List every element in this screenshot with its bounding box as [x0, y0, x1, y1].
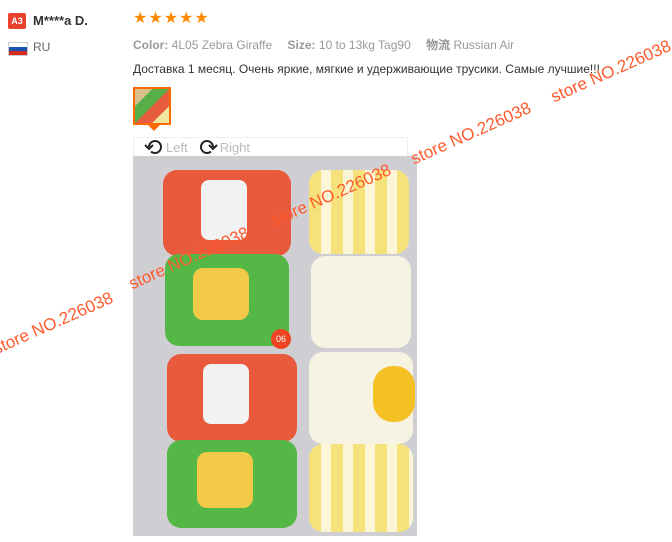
color-value: 4L05 Zebra Giraffe [171, 38, 273, 52]
star-icon: ★ [179, 10, 194, 27]
thumbnail-selected-indicator [148, 125, 160, 131]
shipping-value: Russian Air [453, 38, 515, 52]
star-icon: ★ [194, 10, 209, 27]
rotate-left-label: Left [166, 139, 188, 155]
store-watermark: store NO.226038 [407, 98, 534, 169]
reviewer-country: RU [33, 40, 51, 54]
striped-diaper-pack [309, 444, 413, 532]
giraffe-print [197, 452, 253, 508]
size-value: 10 to 13kg Tag90 [318, 38, 411, 52]
store-watermark: store NO.226038 [0, 288, 116, 359]
rotate-right-icon [199, 140, 218, 155]
color-label: Color: [133, 38, 169, 52]
order-attributes: Color: 4L05 Zebra Giraffe Size: 10 to 13… [133, 36, 526, 53]
star-icon: ★ [163, 10, 179, 27]
reviewer-name: M****a D. [33, 13, 88, 28]
star-icon: ★ [133, 10, 148, 27]
hello-diaper-pack [311, 256, 411, 348]
zebra-print [203, 364, 249, 424]
russia-flag-icon [8, 42, 28, 56]
reviewer-badge: A3 [8, 13, 26, 29]
rating-stars: ★ ★ ★ ★ ★ [133, 10, 209, 28]
rotate-left-button[interactable]: Left [144, 138, 188, 156]
rotate-right-label: Right [219, 139, 251, 155]
giraffe-print [193, 268, 249, 320]
review-text: Доставка 1 месяц. Очень яркие, мягкие и … [133, 62, 600, 76]
star-icon: ★ [148, 10, 163, 27]
rotate-right-button[interactable]: Right [198, 138, 250, 156]
size-tag-number: 06 [271, 329, 291, 349]
duck-print [373, 366, 415, 422]
shipping-label: 物流 [426, 38, 451, 52]
rotate-left-icon [144, 140, 162, 155]
photo-rotate-toolbar: Left Right [133, 137, 408, 157]
review-photo-thumbnail[interactable] [133, 87, 171, 125]
size-label: Size: [287, 38, 316, 52]
